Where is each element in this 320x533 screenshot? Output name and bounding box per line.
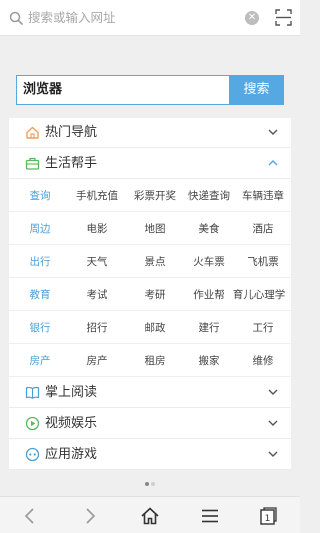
grid-item[interactable]: 彩票开奖 — [125, 180, 185, 212]
category-query[interactable]: 查询 — [17, 180, 63, 212]
life-helper-row: 查询 手机充值 彩票开奖 快递查询 车辆违章 — [9, 180, 291, 212]
scan-icon[interactable] — [275, 9, 292, 26]
category-education[interactable]: 教育 — [17, 279, 63, 311]
life-helper-row: 周边 电影 地图 美食 酒店 — [9, 213, 291, 245]
grid-item[interactable]: 手机充值 — [67, 180, 127, 212]
section-hot-nav[interactable]: 热门导航 — [9, 118, 291, 148]
chevron-down-icon — [268, 451, 278, 457]
page-indicator — [145, 482, 157, 486]
briefcase-icon — [25, 157, 40, 170]
chevron-down-icon — [268, 129, 278, 135]
grid-item[interactable]: 美食 — [179, 213, 239, 245]
search-box: 浏览器 搜索 — [16, 75, 284, 105]
grid-item[interactable]: 火车票 — [179, 246, 239, 278]
grid-item[interactable]: 维修 — [233, 345, 291, 377]
grid-item[interactable]: 考试 — [67, 279, 127, 311]
grid-item[interactable]: 快递查询 — [179, 180, 239, 212]
tabs-icon[interactable]: 1 — [258, 506, 278, 526]
tabs-count: 1 — [265, 514, 271, 524]
grid-item[interactable]: 车辆违章 — [233, 180, 291, 212]
grid-item[interactable]: 房产 — [67, 345, 127, 377]
life-helper-row: 教育 考试 考研 作业帮 育儿心理学 — [9, 279, 291, 311]
life-helper-row: 出行 天气 景点 火车票 飞机票 — [9, 246, 291, 278]
grid-item[interactable]: 地图 — [125, 213, 185, 245]
address-bar[interactable]: 搜索或输入网址 ✕ — [0, 0, 300, 36]
life-helper-row: 银行 招行 邮政 建行 工行 — [9, 312, 291, 344]
section-games[interactable]: 应用游戏 — [9, 440, 291, 470]
category-realestate[interactable]: 房产 — [17, 345, 63, 377]
chevron-down-icon — [268, 420, 278, 426]
play-icon — [25, 416, 40, 431]
gamepad-icon — [25, 447, 40, 462]
search-button[interactable]: 搜索 — [229, 75, 284, 105]
chevron-up-icon — [268, 160, 278, 166]
category-nearby[interactable]: 周边 — [17, 213, 63, 245]
section-label: 生活帮手 — [45, 156, 98, 171]
book-icon — [25, 386, 40, 399]
grid-item[interactable]: 招行 — [67, 312, 127, 344]
category-travel[interactable]: 出行 — [17, 246, 63, 278]
grid-item[interactable]: 飞机票 — [233, 246, 291, 278]
section-life-helper[interactable]: 生活帮手 — [9, 149, 291, 179]
forward-icon[interactable] — [80, 506, 100, 526]
section-label: 热门导航 — [45, 125, 98, 140]
back-icon[interactable] — [20, 506, 40, 526]
section-label: 掌上阅读 — [45, 385, 98, 400]
grid-item[interactable]: 育儿心理学 — [227, 279, 291, 311]
home-icon[interactable] — [140, 506, 160, 526]
grid-item[interactable]: 景点 — [125, 246, 185, 278]
chevron-down-icon — [268, 389, 278, 395]
section-reading[interactable]: 掌上阅读 — [9, 378, 291, 408]
clear-icon[interactable]: ✕ — [245, 11, 259, 25]
section-label: 视频娱乐 — [45, 416, 98, 431]
menu-icon[interactable] — [200, 506, 220, 526]
category-bank[interactable]: 银行 — [17, 312, 63, 344]
navigation-panel: 热门导航 生活帮手 查询 手机充值 彩票开奖 快递查询 车辆违章 周边 电影 地… — [9, 118, 291, 470]
grid-item[interactable]: 电影 — [67, 213, 127, 245]
section-label: 应用游戏 — [45, 447, 98, 462]
page-dot — [151, 482, 155, 486]
section-video[interactable]: 视频娱乐 — [9, 409, 291, 439]
search-input[interactable]: 浏览器 — [16, 75, 229, 105]
page-dot-active — [145, 482, 149, 486]
grid-item[interactable]: 建行 — [179, 312, 239, 344]
search-icon — [9, 11, 23, 25]
life-helper-row: 房产 房产 租房 搬家 维修 — [9, 345, 291, 377]
grid-item[interactable]: 搬家 — [179, 345, 239, 377]
grid-item[interactable]: 租房 — [125, 345, 185, 377]
grid-item[interactable]: 酒店 — [233, 213, 291, 245]
bottom-toolbar: 1 — [0, 496, 300, 533]
grid-item[interactable]: 工行 — [233, 312, 291, 344]
grid-item[interactable]: 天气 — [67, 246, 127, 278]
address-input[interactable]: 搜索或输入网址 — [28, 9, 116, 27]
home-outline-icon — [26, 126, 39, 139]
grid-item[interactable]: 邮政 — [125, 312, 185, 344]
grid-item[interactable]: 考研 — [125, 279, 185, 311]
